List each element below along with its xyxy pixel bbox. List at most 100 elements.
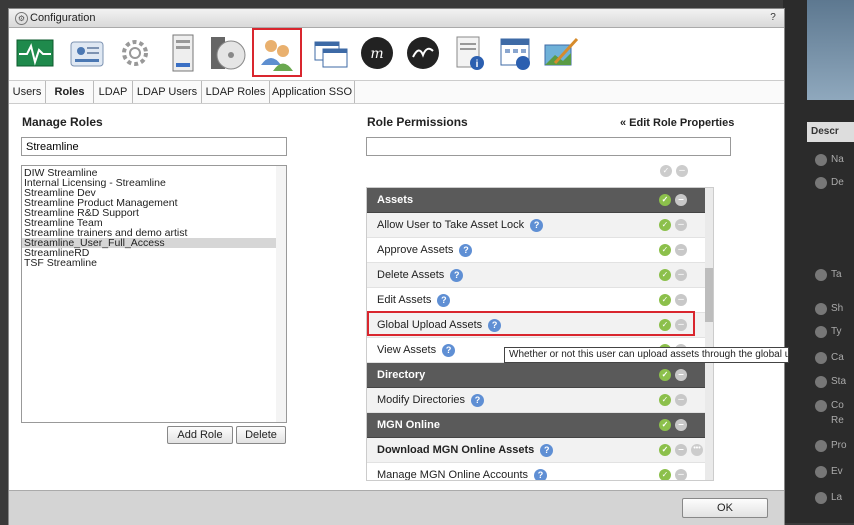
monitoring-icon	[16, 39, 54, 66]
tab-roles[interactable]: Roles	[46, 81, 94, 103]
minus-icon[interactable]: –	[675, 244, 687, 256]
permission-label: View Assets	[377, 344, 437, 356]
permission-row: Delete Assets? ✓ –	[367, 263, 707, 288]
permission-row: Modify Directories? ✓ –	[367, 388, 707, 413]
check-icon[interactable]: ✓	[659, 244, 671, 256]
check-icon[interactable]: ✓	[659, 294, 671, 306]
manage-roles-heading: Manage Roles	[22, 115, 103, 129]
more-icon[interactable]: •••	[691, 444, 703, 456]
minus-icon[interactable]: –	[675, 444, 687, 456]
document-button[interactable]: i	[447, 28, 491, 77]
role-list-scrollbar[interactable]	[276, 166, 286, 422]
help-icon[interactable]: ?	[442, 343, 456, 357]
tab-ldap[interactable]: LDAP	[94, 81, 133, 103]
users-button[interactable]	[65, 28, 109, 77]
toolbar: m i	[9, 28, 784, 79]
permission-search-input[interactable]	[366, 137, 731, 156]
tooltip: Whether or not this user can upload asse…	[504, 347, 789, 363]
svg-text:i: i	[476, 59, 479, 70]
tab-application-sso[interactable]: Application SSO	[270, 81, 355, 103]
help-icon[interactable]: ?	[534, 468, 548, 480]
check-icon[interactable]: ✓	[659, 369, 671, 381]
configuration-dialog: ⚙ Configuration ? m i Users Roles LDAP L…	[8, 8, 789, 525]
category-label: Directory	[377, 369, 426, 381]
check-icon[interactable]: ✓	[659, 419, 671, 431]
permission-row: Download MGN Online Assets? ✓ – •••	[367, 438, 707, 463]
permission-label: Download MGN Online Assets	[377, 444, 535, 456]
background-label: La	[831, 492, 843, 503]
minus-all-icon[interactable]: –	[676, 165, 688, 177]
roles-icon	[261, 39, 293, 71]
category-row: Directory ✓ –	[367, 363, 707, 388]
user-card-icon	[70, 41, 104, 66]
minus-icon[interactable]: –	[675, 369, 687, 381]
role-search-input[interactable]	[21, 137, 287, 156]
help-icon	[815, 400, 827, 412]
check-icon[interactable]: ✓	[659, 269, 671, 281]
help-icon	[815, 303, 827, 315]
tab-users[interactable]: Users	[9, 81, 46, 103]
add-role-button[interactable]: Add Role	[167, 426, 233, 444]
help-button[interactable]: ?	[766, 11, 780, 25]
gear-icon: ⚙	[15, 12, 28, 25]
background-panel-header: Descr	[807, 122, 854, 142]
help-icon[interactable]: ?	[437, 293, 451, 307]
image-edit-button[interactable]	[539, 28, 583, 77]
tab-ldap-roles[interactable]: LDAP Roles	[202, 81, 270, 103]
background-label: Na	[831, 154, 844, 165]
check-icon[interactable]: ✓	[659, 469, 671, 480]
document-info-icon: i	[456, 36, 484, 70]
list-item[interactable]: TSF Streamline	[22, 258, 286, 269]
minus-icon[interactable]: –	[675, 294, 687, 306]
permission-row: Approve Assets? ✓ –	[367, 238, 707, 263]
check-icon[interactable]: ✓	[659, 194, 671, 206]
help-icon	[815, 154, 827, 166]
delete-button[interactable]: Delete	[236, 426, 286, 444]
disc-icon	[211, 36, 246, 69]
check-icon[interactable]: ✓	[659, 394, 671, 406]
check-icon[interactable]: ✓	[659, 444, 671, 456]
background-app: Descr Na De Ta Sh Ty Ca Sta Co Re Pro Ev…	[783, 0, 854, 523]
calendar-button[interactable]	[493, 28, 537, 77]
minus-icon[interactable]: –	[675, 419, 687, 431]
roles-button[interactable]	[252, 28, 302, 77]
help-icon[interactable]: ?	[471, 393, 485, 407]
windows-icon	[314, 41, 348, 67]
role-list[interactable]: DIW Streamline Internal Licensing - Stre…	[21, 165, 287, 423]
check-icon[interactable]: ✓	[659, 219, 671, 231]
monitoring-button[interactable]	[13, 28, 57, 77]
ok-button[interactable]: OK	[682, 498, 768, 518]
mgn-online-button[interactable]	[401, 28, 445, 77]
mgn-button[interactable]: m	[355, 28, 399, 77]
permission-label: Modify Directories	[377, 394, 466, 406]
minus-icon[interactable]: –	[675, 394, 687, 406]
server-button[interactable]	[161, 28, 205, 77]
background-label: Sh	[831, 303, 844, 314]
edit-role-properties-link[interactable]: « Edit Role Properties	[620, 117, 734, 129]
check-all-icon[interactable]: ✓	[660, 165, 672, 177]
windows-button[interactable]	[309, 28, 353, 77]
minus-icon[interactable]: –	[675, 219, 687, 231]
background-label: Ev	[831, 466, 843, 477]
settings-button[interactable]	[113, 28, 157, 77]
help-icon[interactable]: ?	[530, 218, 544, 232]
help-icon[interactable]: ?	[450, 268, 464, 282]
scrollbar-thumb[interactable]	[705, 268, 713, 322]
gear-icon	[122, 39, 148, 66]
help-icon[interactable]: ?	[459, 243, 473, 257]
window-title: Configuration	[30, 12, 96, 24]
permissions-scrollbar[interactable]	[705, 188, 713, 480]
minus-icon[interactable]: –	[675, 194, 687, 206]
permission-row: Manage MGN Online Accounts? ✓ –	[367, 463, 707, 480]
help-icon	[815, 177, 827, 189]
role-permissions-heading: Role Permissions	[367, 115, 468, 129]
tab-ldap-users[interactable]: LDAP Users	[133, 81, 202, 103]
help-icon[interactable]: ?	[540, 443, 554, 457]
disc-button[interactable]	[205, 28, 249, 77]
minus-icon[interactable]: –	[675, 469, 687, 480]
category-row: MGN Online ✓ –	[367, 413, 707, 438]
category-label: MGN Online	[377, 419, 440, 431]
minus-icon[interactable]: –	[675, 269, 687, 281]
help-icon	[815, 376, 827, 388]
help-icon	[815, 440, 827, 452]
